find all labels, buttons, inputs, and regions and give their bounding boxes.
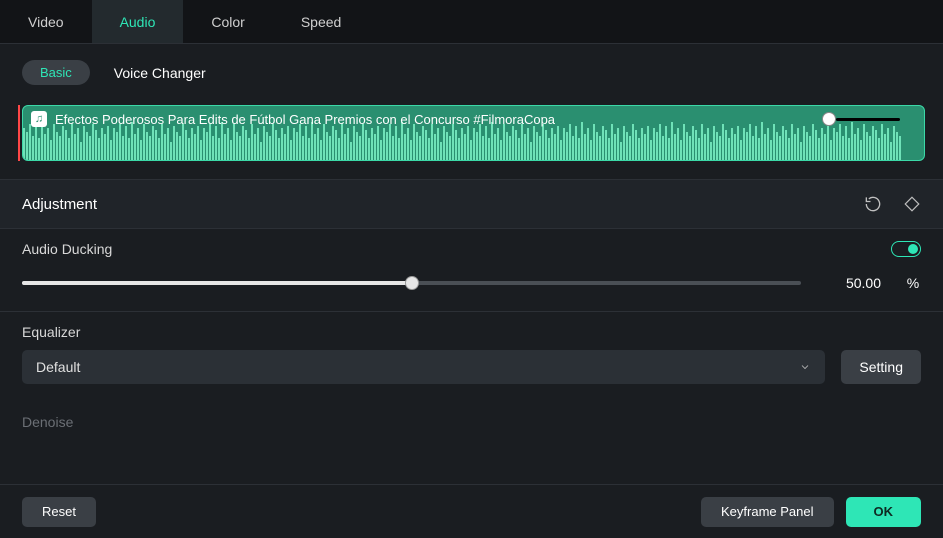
subtab-basic[interactable]: Basic [22,60,90,85]
equalizer-select[interactable]: Default [22,350,825,384]
audio-ducking-unit: % [905,275,921,291]
handle-line-icon [836,118,900,121]
reset-icon[interactable] [863,194,883,214]
keyframe-panel-button[interactable]: Keyframe Panel [701,497,834,527]
audio-ducking-slider[interactable] [22,281,801,285]
row-audio-ducking: Audio Ducking 50.00 % [0,228,943,311]
row-equalizer: Equalizer Default Setting [0,311,943,396]
keyframe-diamond-icon[interactable] [903,195,921,213]
clip-area: ♫ Efectos Poderosos Para Edits de Fútbol… [18,105,925,161]
reset-button[interactable]: Reset [22,497,96,527]
tab-video[interactable]: Video [0,0,92,43]
clip-label: ♫ Efectos Poderosos Para Edits de Fútbol… [31,111,555,127]
equalizer-selected-value: Default [36,359,80,375]
denoise-label: Denoise [22,414,73,430]
ok-button[interactable]: OK [846,497,922,527]
tab-audio[interactable]: Audio [92,0,184,43]
equalizer-label: Equalizer [22,324,921,340]
audio-clip[interactable]: ♫ Efectos Poderosos Para Edits de Fútbol… [22,105,925,161]
row-denoise: Denoise [0,396,943,436]
top-tabs: Video Audio Color Speed [0,0,943,44]
clip-title: Efectos Poderosos Para Edits de Fútbol G… [55,112,555,127]
clip-volume-handle[interactable] [822,112,900,126]
audio-ducking-value[interactable]: 50.00 [825,275,881,291]
handle-dot-icon [822,112,836,126]
chevron-down-icon [799,361,811,373]
audio-ducking-label: Audio Ducking [22,241,112,257]
subtab-voice-changer[interactable]: Voice Changer [114,65,206,81]
section-adjustment-header: Adjustment [0,179,943,228]
slider-fill [22,281,412,285]
equalizer-setting-button[interactable]: Setting [841,350,921,384]
section-title-adjustment: Adjustment [22,196,97,213]
tab-speed[interactable]: Speed [273,0,369,43]
music-note-icon: ♫ [31,111,47,127]
toggle-knob-icon [908,244,918,254]
sub-tabs: Basic Voice Changer [0,44,943,95]
slider-thumb-icon [405,276,419,290]
audio-ducking-toggle[interactable] [891,241,921,257]
footer: Reset Keyframe Panel OK [0,484,943,538]
tab-color[interactable]: Color [183,0,272,43]
